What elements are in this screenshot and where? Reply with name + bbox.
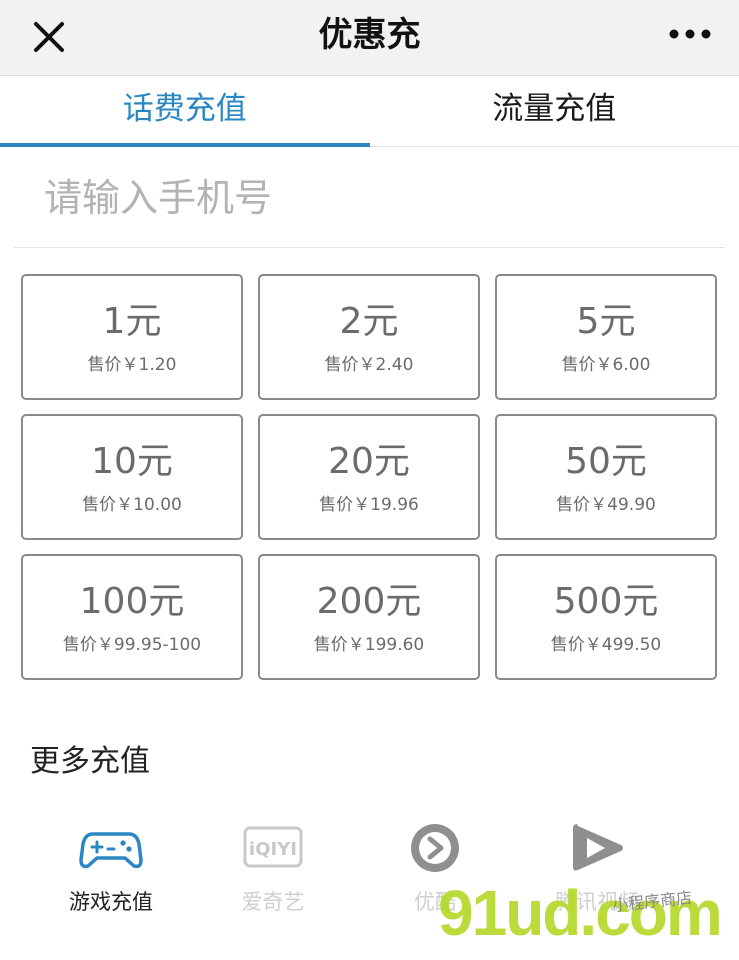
service-iqiyi[interactable]: iQIYI 爱奇艺 <box>198 820 348 916</box>
recharge-option-5[interactable]: 5元 售价￥6.00 <box>495 274 717 400</box>
service-game-recharge[interactable]: 游戏充值 <box>36 820 186 916</box>
tab-mobile-data[interactable]: 流量充值 <box>370 77 739 146</box>
recharge-option-200[interactable]: 200元 售价￥199.60 <box>258 554 480 680</box>
option-amount: 2元 <box>339 300 399 342</box>
option-amount: 500元 <box>553 580 659 622</box>
iqiyi-icon: iQIYI <box>243 826 303 868</box>
phone-number-input[interactable] <box>14 148 725 247</box>
option-price: 售价￥2.40 <box>324 354 414 375</box>
service-label: 爱奇艺 <box>241 890 305 914</box>
recharge-option-20[interactable]: 20元 售价￥19.96 <box>258 414 480 540</box>
option-amount: 200元 <box>316 580 422 622</box>
service-label: 游戏充值 <box>69 890 153 914</box>
navigation-bar: 优惠充 <box>0 0 739 76</box>
option-price: 售价￥19.96 <box>319 494 419 515</box>
recharge-option-1[interactable]: 1元 售价￥1.20 <box>21 274 243 400</box>
option-amount: 100元 <box>79 580 185 622</box>
phone-input-container <box>14 148 725 248</box>
recharge-option-50[interactable]: 50元 售价￥49.90 <box>495 414 717 540</box>
recharge-option-2[interactable]: 2元 售价￥2.40 <box>258 274 480 400</box>
option-price: 售价￥1.20 <box>87 354 177 375</box>
option-amount: 1元 <box>102 300 162 342</box>
option-amount: 10元 <box>91 440 173 482</box>
tab-phone-credit[interactable]: 话费充值 <box>0 77 370 147</box>
close-icon[interactable] <box>28 16 70 58</box>
option-amount: 20元 <box>328 440 410 482</box>
option-price: 售价￥10.00 <box>82 494 182 515</box>
tencent-video-icon <box>573 824 623 871</box>
option-price: 售价￥49.90 <box>556 494 656 515</box>
svg-text:iQIYI: iQIYI <box>249 839 297 860</box>
page-title: 优惠充 <box>318 15 421 55</box>
more-icon[interactable] <box>667 20 713 48</box>
youku-icon <box>411 824 459 872</box>
recharge-option-10[interactable]: 10元 售价￥10.00 <box>21 414 243 540</box>
more-recharge-heading: 更多充值 <box>30 744 150 779</box>
recharge-option-100[interactable]: 100元 售价￥99.95-100 <box>21 554 243 680</box>
option-price: 售价￥199.60 <box>313 634 425 655</box>
gamepad-icon <box>79 832 143 869</box>
option-price: 售价￥99.95-100 <box>62 634 202 655</box>
recharge-options-grid: 1元 售价￥1.20 2元 售价￥2.40 5元 售价￥6.00 10元 售价￥… <box>21 274 717 680</box>
option-price: 售价￥499.50 <box>550 634 662 655</box>
option-amount: 50元 <box>565 440 647 482</box>
tab-bar: 话费充值 流量充值 <box>0 77 739 147</box>
option-price: 售价￥6.00 <box>561 354 651 375</box>
recharge-option-500[interactable]: 500元 售价￥499.50 <box>495 554 717 680</box>
option-amount: 5元 <box>576 300 636 342</box>
